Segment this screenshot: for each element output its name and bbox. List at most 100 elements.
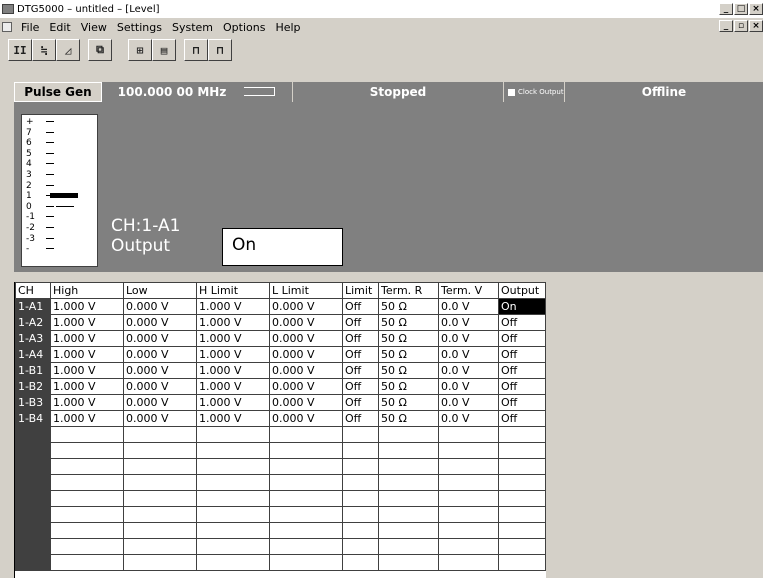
column-header[interactable]: H Limit (196, 282, 270, 299)
menu-view[interactable]: View (81, 21, 107, 34)
channel-cell[interactable]: 1-A4 (15, 346, 51, 363)
table-cell[interactable]: 50 Ω (378, 314, 439, 331)
menu-file[interactable]: File (21, 21, 39, 34)
table-cell[interactable]: 1.000 V (50, 410, 124, 427)
minimize-icon[interactable]: _ (719, 3, 733, 15)
timing-view-icon[interactable]: ≒ (32, 39, 56, 61)
table-cell[interactable]: 1.000 V (196, 314, 270, 331)
table-cell[interactable]: 1.000 V (50, 362, 124, 379)
table-cell[interactable]: 1.000 V (50, 394, 124, 411)
channel-assign-icon[interactable]: ⊞ (128, 39, 152, 61)
table-cell[interactable]: 1.000 V (196, 362, 270, 379)
table-cell[interactable]: 0.0 V (438, 346, 499, 363)
table-row[interactable]: 1-A1 1.000 V 0.000 V 1.000 V 0.000 V Off 50 Ω0… (15, 298, 546, 315)
column-header[interactable]: Term. R (378, 282, 439, 299)
channel-cell[interactable]: 1-B4 (15, 410, 51, 427)
table-cell[interactable]: 1.000 V (196, 330, 270, 347)
edge-icon[interactable]: ⊓ (208, 39, 232, 61)
output-value-field[interactable]: On (222, 228, 343, 266)
table-cell[interactable]: Off (342, 410, 379, 427)
table-cell[interactable]: 0.0 V (438, 394, 499, 411)
close-icon[interactable]: × (749, 3, 763, 15)
table-cell[interactable]: Off (342, 394, 379, 411)
table-cell[interactable]: 50 Ω (378, 298, 439, 315)
table-cell[interactable]: 1.000 V (50, 378, 124, 395)
table-cell[interactable]: 1.000 V (196, 346, 270, 363)
table-row[interactable]: 1-B2 1.000 V 0.000 V 1.000 V 0.000 V Off 50 Ω0… (15, 378, 546, 395)
table-cell[interactable]: 1.000 V (196, 378, 270, 395)
table-row[interactable]: 1-B3 1.000 V 0.000 V 1.000 V 0.000 V Off 50 Ω0… (15, 394, 546, 411)
table-cell[interactable]: 0.000 V (269, 378, 343, 395)
table-cell[interactable]: 1.000 V (196, 298, 270, 315)
table-cell[interactable]: 1.000 V (50, 330, 124, 347)
table-cell[interactable]: 0.0 V (438, 362, 499, 379)
table-cell[interactable]: 0.000 V (123, 378, 197, 395)
table-row[interactable]: 1-B1 1.000 V 0.000 V 1.000 V 0.000 V Off 50 Ω0… (15, 362, 546, 379)
table-cell[interactable]: 0.0 V (438, 378, 499, 395)
column-header[interactable]: Low (123, 282, 197, 299)
table-cell[interactable]: Off (498, 330, 546, 347)
table-row[interactable]: 1-A3 1.000 V 0.000 V 1.000 V 0.000 V Off 50 Ω0… (15, 330, 546, 347)
table-cell[interactable]: 50 Ω (378, 378, 439, 395)
waveform-view-icon[interactable]: ◿ (56, 39, 80, 61)
mode-badge[interactable]: Pulse Gen (14, 82, 102, 102)
channel-cell[interactable]: 1-A1 (15, 298, 51, 315)
table-cell[interactable]: 0.0 V (438, 410, 499, 427)
table-cell[interactable]: 1.000 V (50, 298, 124, 315)
maximize-icon[interactable]: □ (734, 3, 748, 15)
table-view-icon[interactable]: ▤ (152, 39, 176, 61)
table-cell[interactable]: 0.000 V (269, 314, 343, 331)
table-cell[interactable]: Off (342, 346, 379, 363)
channel-cell[interactable]: 1-B3 (15, 394, 51, 411)
column-header[interactable]: High (50, 282, 124, 299)
table-row[interactable]: 1-A4 1.000 V 0.000 V 1.000 V 0.000 V Off 50 Ω0… (15, 346, 546, 363)
settings-view-icon[interactable]: ⧉ (88, 39, 112, 61)
table-cell[interactable]: Off (342, 298, 379, 315)
table-cell[interactable]: 1.000 V (50, 314, 124, 331)
table-cell[interactable]: 0.0 V (438, 314, 499, 331)
table-cell[interactable]: 0.000 V (123, 330, 197, 347)
table-cell[interactable]: On (498, 298, 546, 315)
menu-help[interactable]: Help (275, 21, 300, 34)
table-cell[interactable]: 50 Ω (378, 410, 439, 427)
table-cell[interactable]: 1.000 V (196, 394, 270, 411)
pulse-icon[interactable]: ⊓ (184, 39, 208, 61)
table-cell[interactable]: 0.000 V (269, 410, 343, 427)
menu-edit[interactable]: Edit (49, 21, 70, 34)
table-cell[interactable]: 50 Ω (378, 346, 439, 363)
channel-cell[interactable]: 1-A2 (15, 314, 51, 331)
table-cell[interactable]: 0.000 V (269, 346, 343, 363)
table-cell[interactable]: 0.000 V (123, 314, 197, 331)
table-cell[interactable]: 0.0 V (438, 330, 499, 347)
menu-settings[interactable]: Settings (117, 21, 162, 34)
doc-restore-icon[interactable]: ▫ (734, 20, 748, 32)
table-cell[interactable]: 0.000 V (123, 410, 197, 427)
table-cell[interactable]: 50 Ω (378, 394, 439, 411)
table-row[interactable]: 1-A2 1.000 V 0.000 V 1.000 V 0.000 V Off 50 Ω0… (15, 314, 546, 331)
table-cell[interactable]: 0.000 V (123, 394, 197, 411)
table-cell[interactable]: 0.000 V (123, 362, 197, 379)
table-cell[interactable]: Off (342, 362, 379, 379)
table-cell[interactable]: 0.000 V (269, 362, 343, 379)
level-view-icon[interactable]: II (8, 39, 32, 61)
table-cell[interactable]: Off (498, 394, 546, 411)
table-cell[interactable]: Off (342, 314, 379, 331)
column-header[interactable]: L Limit (269, 282, 343, 299)
menu-system[interactable]: System (172, 21, 213, 34)
table-cell[interactable]: Off (498, 346, 546, 363)
column-header[interactable]: Output (498, 282, 546, 299)
table-cell[interactable]: 0.000 V (269, 330, 343, 347)
column-header[interactable]: CH (15, 282, 51, 299)
table-cell[interactable]: 0.000 V (269, 298, 343, 315)
channel-cell[interactable]: 1-B2 (15, 378, 51, 395)
table-cell[interactable]: Off (498, 314, 546, 331)
table-cell[interactable]: Off (498, 362, 546, 379)
table-cell[interactable]: Off (498, 378, 546, 395)
table-row[interactable]: 1-B4 1.000 V 0.000 V 1.000 V 0.000 V Off 50 Ω0… (15, 410, 546, 427)
column-header[interactable]: Term. V (438, 282, 499, 299)
document-icon[interactable] (2, 22, 12, 32)
channel-cell[interactable]: 1-A3 (15, 330, 51, 347)
table-cell[interactable]: Off (342, 378, 379, 395)
table-cell[interactable]: 50 Ω (378, 362, 439, 379)
high-level-marker[interactable] (50, 193, 78, 199)
